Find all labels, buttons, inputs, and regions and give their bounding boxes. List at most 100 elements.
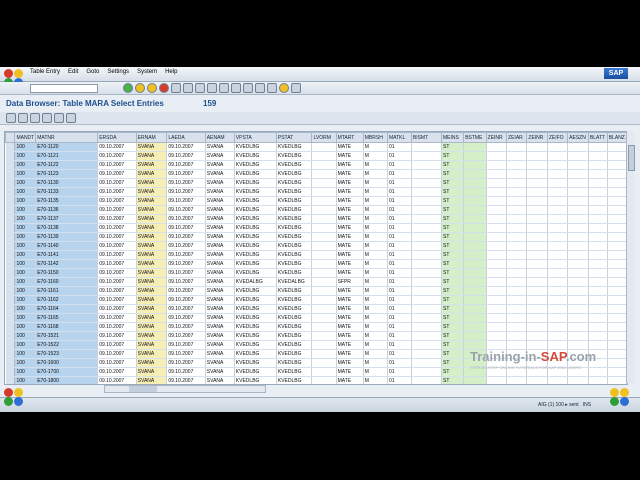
vertical-scroll-thumb[interactable] [628,145,635,171]
row-selector[interactable] [5,241,16,251]
last-page-icon[interactable] [243,83,253,93]
table-row[interactable]: 100 E70-1121 09.10.2007 SVANA 09.10.2007 SVAN… [5,151,627,161]
row-selector[interactable] [5,214,16,224]
column-header[interactable]: AESZN [567,132,589,143]
column-header[interactable]: BSTME [463,132,487,143]
row-selector[interactable] [5,232,16,242]
table-row[interactable]: 100 E70-1139 09.10.2007 SVANA 09.10.2007 SVAN… [5,232,627,242]
table-row[interactable]: 100 E70-1164 09.10.2007 SVANA 09.10.2007 SVAN… [5,304,627,314]
new-session-icon[interactable] [255,83,265,93]
table-row[interactable]: 100 E70-1142 09.10.2007 SVANA 09.10.2007 SVAN… [5,259,627,269]
column-header[interactable]: BLATT [587,132,608,143]
exit-icon[interactable] [147,83,157,93]
table-grid[interactable]: MANDT MATNR ERSDA ERNAM LAEDA AENAM VPSTA PSTAT… [4,131,628,385]
row-selector[interactable] [5,367,16,377]
column-header[interactable]: ZEINR [485,132,508,143]
column-header[interactable]: MATNR [35,132,99,143]
table-row[interactable]: 100 E70-1120 09.10.2007 SVANA 09.10.2007 SVAN… [5,142,627,152]
table-row[interactable]: 100 E70-1521 09.10.2007 SVANA 09.10.2007 SVAN… [5,331,627,341]
column-header[interactable]: ZEINR [526,132,548,143]
menu-table-entry[interactable]: Table Entry [30,69,60,75]
row-selector[interactable] [5,358,16,368]
column-header[interactable]: MATKL [386,132,412,143]
column-header[interactable]: LAEDA [166,132,206,143]
table-row[interactable]: 100 E70-1165 09.10.2007 SVANA 09.10.2007 SVAN… [5,313,627,323]
column-header[interactable]: MBRSH [362,132,388,143]
column-header[interactable]: ERSDA [97,132,137,143]
table-row[interactable]: 100 E70-1122 09.10.2007 SVANA 09.10.2007 SVAN… [5,160,627,170]
column-header[interactable]: ERNAM [135,132,168,143]
menu-edit[interactable]: Edit [68,69,78,75]
row-selector[interactable] [5,196,16,206]
column-header[interactable]: AENAM [204,132,235,143]
menu-settings[interactable]: Settings [107,69,129,75]
sort-desc-icon[interactable] [54,113,64,123]
table-row[interactable]: 100 E70-1162 09.10.2007 SVANA 09.10.2007 SVAN… [5,295,627,305]
find-icon[interactable] [183,83,193,93]
column-header[interactable]: MEINS [440,132,465,143]
row-selector[interactable] [5,277,16,287]
row-selector[interactable] [5,187,16,197]
row-selector[interactable] [5,322,16,332]
row-selector[interactable] [5,304,16,314]
prev-page-icon[interactable] [219,83,229,93]
table-row[interactable]: 100 E70-1135 09.10.2007 SVANA 09.10.2007 SVAN… [5,196,627,206]
horizontal-scrollbar[interactable] [104,385,266,393]
first-page-icon[interactable] [207,83,217,93]
row-selector[interactable] [5,142,16,152]
column-header[interactable]: MTART [335,132,364,143]
column-header[interactable]: VPSTA [233,132,277,143]
print-icon[interactable] [171,83,181,93]
row-selector[interactable] [5,295,16,305]
row-selector[interactable] [5,268,16,278]
enter-icon[interactable] [123,83,133,93]
row-selector[interactable] [5,286,16,296]
table-row[interactable]: 100 E70-1138 09.10.2007 SVANA 09.10.2007 SVAN… [5,223,627,233]
row-selector[interactable] [5,169,16,179]
row-selector[interactable] [5,223,16,233]
table-row[interactable]: 100 E70-1150 09.10.2007 SVANA 09.10.2007 SVAN… [5,268,627,278]
table-row[interactable]: 100 E70-1133 09.10.2007 SVANA 09.10.2007 SVAN… [5,187,627,197]
column-header[interactable]: PSTAT [275,132,313,143]
row-selector[interactable] [5,313,16,323]
filter-icon[interactable] [66,113,76,123]
table-row[interactable]: 100 E70-1141 09.10.2007 SVANA 09.10.2007 SVAN… [5,250,627,260]
row-selector[interactable] [5,259,16,269]
display-icon[interactable] [6,113,16,123]
row-selector[interactable] [5,205,16,215]
column-header[interactable]: ZEIAR [506,132,528,143]
menu-goto[interactable]: Goto [86,69,99,75]
column-header[interactable]: LVORM [311,132,337,143]
vertical-scrollbar[interactable] [626,131,635,383]
row-selector[interactable] [5,250,16,260]
table-row[interactable]: 100 E70-1160 09.10.2007 SVANA 09.10.2007 SVAN… [5,277,627,287]
table-row[interactable]: 100 E70-1123 09.10.2007 SVANA 09.10.2007 SVAN… [5,169,627,179]
table-row[interactable]: 100 E70-1136 09.10.2007 SVANA 09.10.2007 SVAN… [5,205,627,215]
check-table-icon[interactable] [30,113,40,123]
table-row[interactable]: 100 E70-1168 09.10.2007 SVANA 09.10.2007 SVAN… [5,322,627,332]
cancel-icon[interactable] [159,83,169,93]
next-page-icon[interactable] [231,83,241,93]
layout-icon[interactable] [291,83,301,93]
row-selector[interactable] [5,340,16,350]
select-all-cell[interactable] [5,132,16,143]
column-header[interactable]: BLANZ [606,132,627,143]
row-selector[interactable] [5,376,16,384]
sort-asc-icon[interactable] [42,113,52,123]
row-selector[interactable] [5,151,16,161]
table-row[interactable]: 100 E70-1161 09.10.2007 SVANA 09.10.2007 SVAN… [5,286,627,296]
change-icon[interactable] [18,113,28,123]
menu-help[interactable]: Help [165,69,177,75]
menu-system[interactable]: System [137,69,157,75]
row-selector[interactable] [5,178,16,188]
help-icon[interactable] [279,83,289,93]
column-header[interactable]: MANDT [14,132,37,143]
table-row[interactable]: 100 E70-1137 09.10.2007 SVANA 09.10.2007 SVAN… [5,214,627,224]
row-selector[interactable] [5,160,16,170]
column-header[interactable]: ZEIFO [546,132,569,143]
shortcut-icon[interactable] [267,83,277,93]
back-icon[interactable] [135,83,145,93]
table-row[interactable]: 100 E70-1140 09.10.2007 SVANA 09.10.2007 SVAN… [5,241,627,251]
command-field[interactable] [30,84,98,93]
horizontal-scroll-thumb[interactable] [129,386,157,392]
